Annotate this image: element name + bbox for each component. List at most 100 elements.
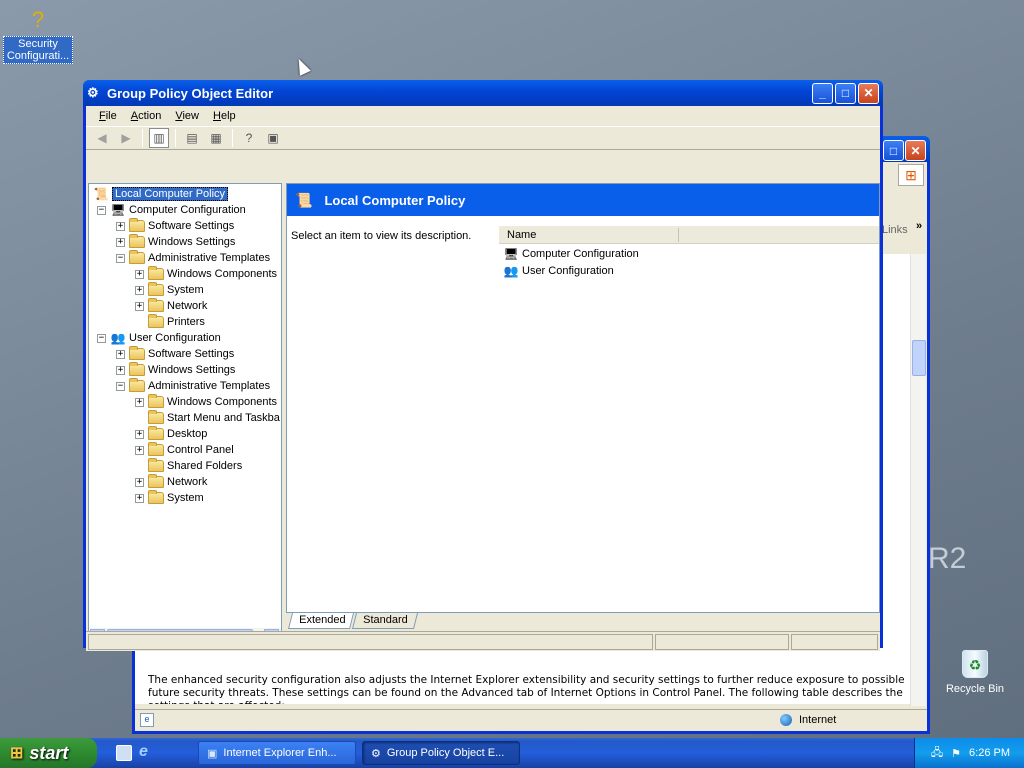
toolbar: ◀ ▶ ▥ ▤ ▦ ? ▣ [86, 126, 880, 150]
expand-icon[interactable]: + [135, 397, 144, 407]
show-action-pane-icon[interactable]: ▣ [263, 128, 283, 148]
tree-item-uc-start-menu[interactable]: Start Menu and Taskba [135, 410, 280, 426]
close-button[interactable]: ✕ [858, 82, 879, 104]
maximize-button[interactable]: □ [835, 82, 856, 104]
quick-launch-ie-icon[interactable]: e [139, 743, 148, 761]
tab-extended[interactable]: Extended [288, 613, 354, 629]
tree-item-uc-network[interactable]: + Network [135, 474, 207, 490]
show-hide-tree-icon[interactable]: ▥ [149, 128, 169, 148]
ie-maximize-button[interactable]: □ [883, 140, 904, 161]
expand-icon[interactable]: + [116, 349, 125, 359]
menu-bar: File Action View Help [86, 106, 880, 126]
desktop-icon-recycle-bin[interactable]: ♻ Recycle Bin [940, 650, 1010, 696]
start-button[interactable]: ⊞ start [0, 738, 97, 768]
ie-body-text: The enhanced security configuration also… [148, 674, 905, 704]
tree-item-user-configuration[interactable]: − 👥 User Configuration [97, 330, 221, 346]
menu-action[interactable]: Action [124, 110, 169, 122]
gpo-titlebar[interactable]: ⚙ Group Policy Object Editor _ □ ✕ [83, 80, 883, 106]
collapse-icon[interactable]: − [116, 253, 125, 263]
users-icon: 👥 [503, 264, 519, 278]
tree-item-computer-configuration[interactable]: − 🖥 Computer Configuration [97, 202, 246, 218]
folder-icon [129, 362, 145, 376]
folder-icon [148, 298, 164, 312]
list-item[interactable]: 🖥 Computer Configuration [503, 246, 638, 262]
collapse-icon[interactable]: − [97, 333, 106, 343]
list-item[interactable]: 👥 User Configuration [503, 263, 614, 279]
tab-standard[interactable]: Standard [352, 613, 418, 629]
security-config-icon: ? [31, 7, 45, 32]
expand-icon[interactable]: + [116, 237, 125, 247]
expand-icon[interactable]: + [135, 429, 144, 439]
folder-icon [148, 458, 164, 472]
links-chevron-icon[interactable]: » [916, 220, 922, 232]
forward-arrow-icon[interactable]: ▶ [116, 128, 136, 148]
expand-icon[interactable]: + [116, 221, 125, 231]
collapse-icon[interactable]: − [97, 205, 106, 215]
scrollbar-thumb[interactable] [912, 340, 926, 376]
tree-item-cc-network[interactable]: + Network [135, 298, 207, 314]
folder-icon [148, 394, 164, 408]
list-header: Name [499, 226, 879, 244]
tree-item-local-computer-policy[interactable]: 📜 Local Computer Policy [93, 186, 229, 202]
menu-help[interactable]: Help [206, 110, 243, 122]
windows-logo-icon: ⊞ [898, 164, 924, 186]
folder-icon [129, 346, 145, 360]
quick-launch-show-desktop-icon[interactable] [116, 745, 132, 761]
expand-icon[interactable]: + [135, 285, 144, 295]
expand-icon[interactable]: + [135, 301, 144, 311]
tree-item-cc-windows-settings[interactable]: + Windows Settings [116, 234, 235, 250]
page-icon: e [140, 713, 154, 727]
tree-item-cc-windows-components[interactable]: + Windows Components [135, 266, 277, 282]
ie-close-button[interactable]: ✕ [905, 140, 926, 161]
computer-icon: 🖥 [503, 247, 519, 261]
folder-icon [148, 314, 164, 328]
properties-icon[interactable]: ▤ [182, 128, 202, 148]
tree-item-cc-software-settings[interactable]: + Software Settings [116, 218, 234, 234]
collapse-icon[interactable]: − [116, 381, 125, 391]
tree-item-uc-shared-folders[interactable]: Shared Folders [135, 458, 242, 474]
folder-icon [129, 234, 145, 248]
folder-icon [148, 426, 164, 440]
help-icon[interactable]: ? [239, 128, 259, 148]
tree-item-uc-system[interactable]: + System [135, 490, 204, 506]
tree-item-uc-windows-settings[interactable]: + Windows Settings [116, 362, 235, 378]
folder-icon [148, 410, 164, 424]
taskbar-item-internet-explorer[interactable]: ▣ Internet Explorer Enh... [198, 741, 356, 765]
minimize-button[interactable]: _ [812, 82, 833, 104]
back-arrow-icon[interactable]: ◀ [92, 128, 112, 148]
tree-pane[interactable]: 📜 Local Computer Policy − 🖥 Computer Con… [88, 183, 282, 645]
expand-icon[interactable]: + [116, 365, 125, 375]
menu-file[interactable]: File [92, 110, 124, 122]
tree-item-uc-administrative-templates[interactable]: − Administrative Templates [116, 378, 270, 394]
tree-item-uc-control-panel[interactable]: + Control Panel [135, 442, 234, 458]
tree-item-cc-system[interactable]: + System [135, 282, 204, 298]
clock[interactable]: 6:26 PM [969, 747, 1010, 759]
tree-item-uc-software-settings[interactable]: + Software Settings [116, 346, 234, 362]
ie-vertical-scrollbar[interactable] [910, 254, 926, 706]
network-tray-icon[interactable]: 🖧 [931, 744, 943, 763]
menu-view[interactable]: View [168, 110, 206, 122]
desktop-icon-security-configuration[interactable]: ? Security Configurati... [3, 4, 73, 64]
expand-icon[interactable]: + [135, 445, 144, 455]
details-pane[interactable]: 📜 Local Computer Policy Select an item t… [286, 183, 880, 613]
tree-item-uc-windows-components[interactable]: + Windows Components [135, 394, 277, 410]
tree-item-uc-desktop[interactable]: + Desktop [135, 426, 207, 442]
tree-item-cc-printers[interactable]: Printers [135, 314, 205, 330]
links-label[interactable]: Links [882, 224, 908, 236]
users-icon: 👥 [110, 331, 126, 345]
gpo-window[interactable]: ⚙ Group Policy Object Editor _ □ ✕ File … [83, 80, 883, 651]
details-header: 📜 Local Computer Policy [287, 184, 879, 216]
expand-icon[interactable]: + [135, 269, 144, 279]
export-list-icon[interactable]: ▦ [206, 128, 226, 148]
ie-status-bar: e Internet [135, 709, 927, 731]
expand-icon[interactable]: + [135, 493, 144, 503]
expand-icon[interactable]: + [135, 477, 144, 487]
folder-icon [148, 282, 164, 296]
internet-zone-label: Internet [799, 714, 837, 726]
taskbar-item-group-policy[interactable]: ⚙ Group Policy Object E... [362, 741, 520, 765]
security-tray-icon[interactable]: ⚑ [951, 747, 961, 760]
column-header-name[interactable]: Name [499, 227, 679, 242]
tree-item-cc-administrative-templates[interactable]: − Administrative Templates [116, 250, 270, 266]
system-tray: 🖧 ⚑ 6:26 PM [914, 738, 1024, 768]
gpo-title: Group Policy Object Editor [107, 85, 274, 101]
